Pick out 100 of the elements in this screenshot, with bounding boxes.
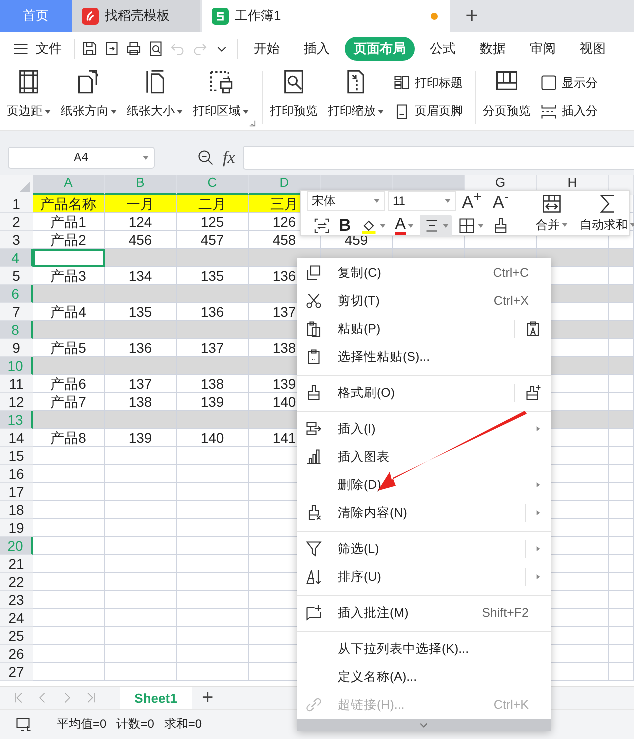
table-cell (105, 321, 177, 339)
row-header[interactable]: 19 (0, 519, 33, 537)
ribbon-tab[interactable]: 审阅 (521, 36, 565, 60)
menu-item[interactable]: 筛选(L) (297, 535, 551, 563)
table-cell (105, 519, 177, 537)
clipboard-icon (305, 348, 323, 366)
row-header[interactable]: 5 (0, 267, 33, 285)
row-header[interactable]: 14 (0, 429, 33, 447)
table-cell (609, 483, 634, 501)
screen-icon[interactable] (15, 716, 33, 734)
ribbon-button[interactable]: 打印缩放 (325, 65, 387, 130)
font-size-select[interactable]: 11 (388, 191, 456, 211)
table-cell (537, 249, 609, 267)
row-header[interactable]: 12 (0, 393, 33, 411)
row-header[interactable]: 27 (0, 663, 33, 681)
window-tab[interactable]: 找稻壳模板 (72, 0, 200, 32)
ribbon-button[interactable]: 打印区域 (190, 65, 252, 130)
status-text: 计数=0 (116, 716, 154, 733)
brush-icon (305, 384, 323, 402)
row-header[interactable]: 7 (0, 303, 33, 321)
ribbon-tab[interactable]: 数据 (471, 36, 515, 60)
status-text: 平均值=0 (57, 716, 107, 733)
print-preview-icon[interactable] (147, 40, 165, 58)
row-header[interactable]: 3 (0, 231, 33, 249)
status-text: 求和=0 (164, 716, 202, 733)
row-header[interactable]: 1 (0, 195, 33, 213)
table-cell (177, 285, 249, 303)
save-icon[interactable] (81, 40, 99, 58)
table-cell (105, 663, 177, 681)
ribbon-button[interactable]: 页眉页脚 (393, 102, 463, 121)
table-cell (105, 537, 177, 555)
export-icon[interactable] (103, 40, 121, 58)
ribbon-button[interactable]: 插入分 (540, 102, 598, 121)
file-menu-button[interactable]: 文件 (12, 40, 62, 58)
add-sheet-button[interactable]: + (202, 686, 214, 710)
table-cell (609, 645, 634, 663)
ribbon-tab[interactable]: 公式 (421, 36, 465, 60)
menu-scroll-bar[interactable] (297, 719, 551, 731)
table-cell: 二月 (177, 195, 249, 213)
autosum-button[interactable]: 自动求和 (574, 192, 634, 234)
row-header[interactable]: 26 (0, 645, 33, 663)
row-header[interactable]: 17 (0, 483, 33, 501)
row-header[interactable]: 23 (0, 591, 33, 609)
table-cell: 产品6 (33, 375, 105, 393)
table-cell (609, 249, 634, 267)
print-icon[interactable] (125, 40, 143, 58)
formula-input[interactable] (243, 146, 634, 170)
row-header[interactable]: 21 (0, 555, 33, 573)
brush-icon[interactable] (525, 384, 543, 402)
link-icon (305, 696, 323, 714)
menu-item[interactable]: 删除(D) (297, 471, 551, 499)
dialog-launcher-icon[interactable] (249, 120, 256, 127)
window-tab[interactable]: 工作簿1 (202, 0, 450, 32)
ribbon-tab[interactable]: 开始 (245, 36, 289, 60)
table-cell (609, 411, 634, 429)
row-header[interactable]: 22 (0, 573, 33, 591)
row-header[interactable]: 9 (0, 339, 33, 357)
ribbon-button[interactable]: 打印预览 (267, 65, 321, 130)
row-header[interactable]: 18 (0, 501, 33, 519)
ribbon-button[interactable]: 纸张方向 (58, 65, 120, 130)
menu-item[interactable]: 插入批注(M) Shift+F2 (297, 599, 551, 627)
table-cell: 137 (105, 375, 177, 393)
table-cell (105, 627, 177, 645)
row-header[interactable]: 25 (0, 627, 33, 645)
menu-item[interactable]: 从下拉列表中选择(K)... (297, 635, 551, 663)
table-cell (609, 447, 634, 465)
menu-item[interactable]: 排序(U) (297, 563, 551, 591)
ribbon-button[interactable]: 纸张大小 (124, 65, 186, 130)
align-center-button[interactable] (420, 214, 452, 237)
row-header[interactable]: 16 (0, 465, 33, 483)
submenu-arrow-icon (536, 481, 541, 489)
ribbon-button[interactable]: 打印标题 (393, 74, 463, 92)
font-color-button[interactable]: A (392, 214, 417, 237)
table-cell (177, 411, 249, 429)
row-header[interactable]: 11 (0, 375, 33, 393)
borders-icon (458, 216, 476, 235)
ribbon-button[interactable]: 页边距 (4, 65, 54, 130)
table-cell (609, 357, 634, 375)
menu-item[interactable]: 定义名称(A)... (297, 663, 551, 691)
table-cell (105, 591, 177, 609)
ribbon-button[interactable]: 分页预览 (480, 65, 534, 130)
ribbon-tab[interactable]: 视图 (571, 36, 615, 60)
name-box[interactable]: A4 (8, 147, 155, 169)
ribbon-tab[interactable]: 插入 (295, 36, 339, 60)
ribbon-button[interactable]: 显示分 (540, 74, 598, 92)
row-header[interactable]: 24 (0, 609, 33, 627)
zoom-out-icon[interactable] (197, 149, 215, 167)
new-tab-button[interactable]: + (450, 0, 494, 32)
merge-button[interactable]: 合并 (530, 192, 574, 234)
table-cell: 140 (177, 429, 249, 447)
font-select[interactable]: 宋体 (307, 191, 385, 211)
menu-item[interactable]: 清除内容(N) (297, 499, 551, 527)
function-label[interactable]: fx (223, 148, 236, 168)
row-header[interactable]: 2 (0, 213, 33, 231)
row-header[interactable]: 15 (0, 447, 33, 465)
unsaved-dot (431, 12, 438, 20)
caret-icon (45, 110, 51, 114)
caret-icon (478, 224, 484, 228)
table-cell (609, 465, 634, 483)
scissors-icon (305, 292, 323, 310)
